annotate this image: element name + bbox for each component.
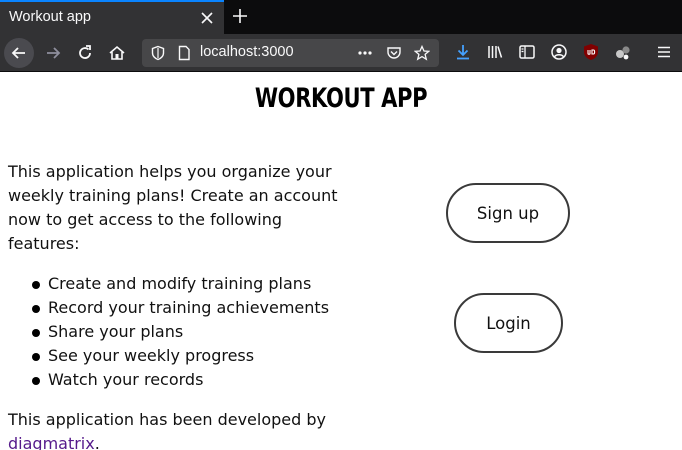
developer-credit-suffix: . <box>94 434 100 450</box>
account-icon[interactable] <box>550 43 568 61</box>
arrow-right-icon <box>47 47 61 59</box>
signup-button[interactable]: Sign up <box>446 183 570 243</box>
forward-button[interactable] <box>38 38 68 68</box>
main-content: This application helps you organize your… <box>8 160 343 450</box>
intro-text: This application helps you organize your… <box>8 162 338 253</box>
feature-item: See your weekly progress <box>32 344 343 368</box>
tab-active[interactable]: Workout app <box>0 0 224 34</box>
more-actions-icon[interactable] <box>357 45 373 61</box>
page-title: WORKOUT APP <box>254 83 428 114</box>
navigation-toolbar: localhost:3000 <box>0 34 682 72</box>
developer-credit: This application has been developed by d… <box>8 408 343 450</box>
hamburger-menu-icon[interactable] <box>655 43 673 61</box>
shield-icon[interactable] <box>150 45 166 61</box>
home-icon <box>109 45 125 60</box>
arrow-left-icon <box>11 47 25 59</box>
developer-credit-prefix: This application has been developed by <box>8 410 326 429</box>
reload-icon <box>79 45 91 59</box>
new-tab-icon[interactable] <box>230 6 250 26</box>
feature-item: Share your plans <box>32 320 343 344</box>
sidebar-icon[interactable] <box>518 43 536 61</box>
bookmark-star-icon[interactable] <box>414 45 430 61</box>
feature-list: Create and modify training plans Record … <box>8 272 343 392</box>
tab-title: Workout app <box>9 9 91 25</box>
ublock-origin-icon[interactable] <box>582 43 600 61</box>
feature-item: Record your training achievements <box>32 296 343 320</box>
page-info-icon[interactable] <box>176 45 192 61</box>
download-icon[interactable] <box>454 43 472 61</box>
library-icon[interactable] <box>486 43 504 61</box>
url-bar[interactable]: localhost:3000 <box>142 39 439 67</box>
developer-link[interactable]: diagmatrix <box>8 434 95 450</box>
extension-icon[interactable] <box>614 43 632 61</box>
home-button[interactable] <box>102 38 132 68</box>
back-button[interactable] <box>4 38 34 68</box>
feature-item: Watch your records <box>32 368 343 392</box>
feature-item: Create and modify training plans <box>32 272 343 296</box>
reload-button[interactable] <box>70 38 100 68</box>
pocket-icon[interactable] <box>386 45 402 61</box>
url-text[interactable]: localhost:3000 <box>200 44 294 60</box>
tab-bar: Workout app <box>0 0 682 34</box>
login-button[interactable]: Login <box>454 293 563 353</box>
close-icon[interactable] <box>200 11 214 25</box>
